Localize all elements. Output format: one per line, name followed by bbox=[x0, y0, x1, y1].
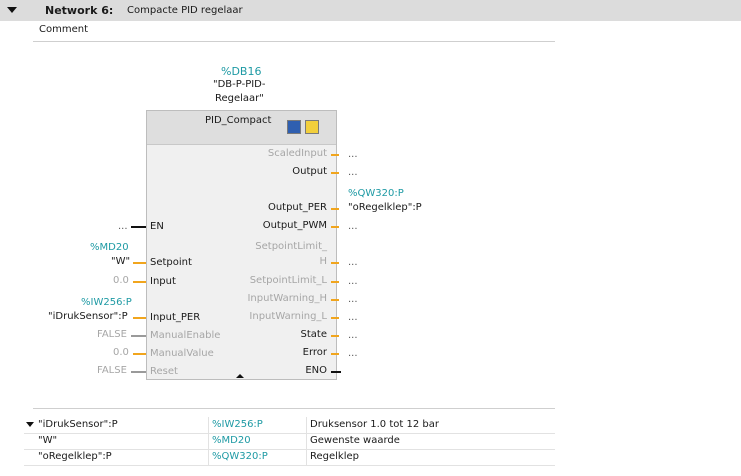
network-comment-field[interactable]: Comment bbox=[33, 21, 555, 42]
wire-manual-value bbox=[133, 353, 146, 355]
tag-comment: Regelklep bbox=[310, 451, 359, 462]
column-divider bbox=[306, 417, 307, 433]
output-per-address: %QW320:P bbox=[348, 188, 404, 199]
wire-setpoint-limit-h bbox=[331, 262, 339, 264]
tag-row[interactable]: "oRegelklep":P %QW320:P Regelklep bbox=[24, 449, 555, 466]
manual-value-value[interactable]: 0.0 bbox=[113, 347, 129, 358]
pin-scaled-input: ScaledInput bbox=[267, 148, 327, 159]
value-output-pwm[interactable]: ... bbox=[348, 221, 358, 232]
tag-address: %QW320:P bbox=[212, 451, 268, 462]
block-header: PID_Compact bbox=[147, 111, 336, 145]
wire-reset bbox=[131, 371, 146, 373]
pin-reset: Reset bbox=[150, 366, 178, 377]
column-divider bbox=[208, 433, 209, 449]
pin-output: Output bbox=[292, 166, 327, 177]
tag-row[interactable]: "iDrukSensor":P %IW256:P Druksensor 1.0 … bbox=[24, 417, 555, 434]
comment-text: Comment bbox=[39, 24, 88, 35]
tag-row[interactable]: "W" %MD20 Gewenste waarde bbox=[24, 433, 555, 450]
pin-setpoint-limit-h-1: SetpointLimit_ bbox=[255, 241, 327, 252]
configuration-icon[interactable] bbox=[305, 120, 319, 134]
wire-input-per bbox=[133, 317, 146, 319]
manual-enable-value[interactable]: FALSE bbox=[97, 329, 127, 340]
instance-db-address: %DB16 bbox=[221, 65, 262, 78]
network-description[interactable]: Compacte PID regelaar bbox=[127, 5, 243, 16]
pin-setpoint-limit-l: SetpointLimit_L bbox=[249, 275, 327, 286]
value-state[interactable]: ... bbox=[348, 330, 358, 341]
value-setpoint-limit-l[interactable]: ... bbox=[348, 276, 358, 287]
tag-name: "iDrukSensor":P bbox=[38, 419, 118, 430]
output-per-tag[interactable]: "oRegelklep":P bbox=[348, 202, 422, 213]
wire-output bbox=[331, 172, 339, 174]
tag-comment: Gewenste waarde bbox=[310, 435, 400, 446]
network-title: Network 6: bbox=[45, 4, 114, 17]
value-error[interactable]: ... bbox=[348, 348, 358, 359]
instance-db-name-1[interactable]: "DB-P-PID- bbox=[213, 79, 265, 90]
block-title: PID_Compact bbox=[205, 115, 272, 126]
pin-eno: ENO bbox=[305, 365, 327, 376]
value-input-warning-l[interactable]: ... bbox=[348, 312, 358, 323]
wire-manual-enable bbox=[131, 335, 146, 337]
commissioning-icon[interactable] bbox=[287, 120, 301, 134]
value-scaled-input[interactable]: ... bbox=[348, 149, 358, 160]
setpoint-address: %MD20 bbox=[90, 242, 129, 253]
wire-input-warning-h bbox=[331, 299, 339, 301]
input-per-tag[interactable]: "iDrukSensor":P bbox=[48, 311, 128, 322]
wire-setpoint-limit-l bbox=[331, 281, 339, 283]
wire-setpoint bbox=[133, 262, 146, 264]
wire-output-per bbox=[331, 208, 339, 210]
value-en[interactable]: ... bbox=[118, 221, 128, 232]
tag-name: "oRegelklep":P bbox=[38, 451, 112, 462]
pin-output-per: Output_PER bbox=[267, 202, 327, 213]
tag-address: %MD20 bbox=[212, 435, 251, 446]
column-divider bbox=[306, 433, 307, 449]
setpoint-tag[interactable]: "W" bbox=[111, 256, 130, 267]
tag-table-separator bbox=[33, 408, 555, 409]
tag-address: %IW256:P bbox=[212, 419, 263, 430]
pin-setpoint: Setpoint bbox=[150, 257, 192, 268]
collapse-tag-table-icon[interactable] bbox=[26, 422, 34, 427]
input-per-address: %IW256:P bbox=[81, 297, 132, 308]
pin-setpoint-limit-h-2: H bbox=[319, 256, 327, 267]
expand-block-arrow-icon[interactable] bbox=[236, 374, 244, 378]
instance-db-name-2[interactable]: Regelaar" bbox=[215, 93, 264, 104]
wire-input-warning-l bbox=[331, 317, 339, 319]
pin-input-warning-h: InputWarning_H bbox=[247, 293, 327, 304]
pin-input-per: Input_PER bbox=[150, 312, 201, 323]
pin-manual-enable: ManualEnable bbox=[150, 330, 221, 341]
pin-manual-value: ManualValue bbox=[150, 348, 214, 359]
network-header[interactable]: Network 6: Compacte PID regelaar bbox=[0, 0, 741, 21]
wire-en bbox=[131, 226, 146, 228]
wire-output-pwm bbox=[331, 226, 339, 228]
tag-name: "W" bbox=[38, 435, 58, 446]
pin-output-pwm: Output_PWM bbox=[262, 220, 327, 231]
input-value[interactable]: 0.0 bbox=[113, 275, 129, 286]
collapse-triangle-icon[interactable] bbox=[7, 7, 17, 13]
column-divider bbox=[306, 449, 307, 465]
wire-error bbox=[331, 353, 339, 355]
column-divider bbox=[208, 417, 209, 433]
value-output[interactable]: ... bbox=[348, 167, 358, 178]
pin-en: EN bbox=[150, 221, 164, 232]
reset-value[interactable]: FALSE bbox=[97, 365, 127, 376]
wire-input bbox=[133, 281, 146, 283]
wire-scaled-input bbox=[331, 154, 339, 156]
tag-comment: Druksensor 1.0 tot 12 bar bbox=[310, 419, 439, 430]
value-input-warning-h[interactable]: ... bbox=[348, 294, 358, 305]
column-divider bbox=[208, 449, 209, 465]
wire-state bbox=[331, 335, 339, 337]
value-setpoint-limit-h[interactable]: ... bbox=[348, 257, 358, 268]
wire-eno bbox=[331, 371, 341, 373]
pin-input: Input bbox=[150, 276, 176, 287]
pin-input-warning-l: InputWarning_L bbox=[249, 311, 327, 322]
